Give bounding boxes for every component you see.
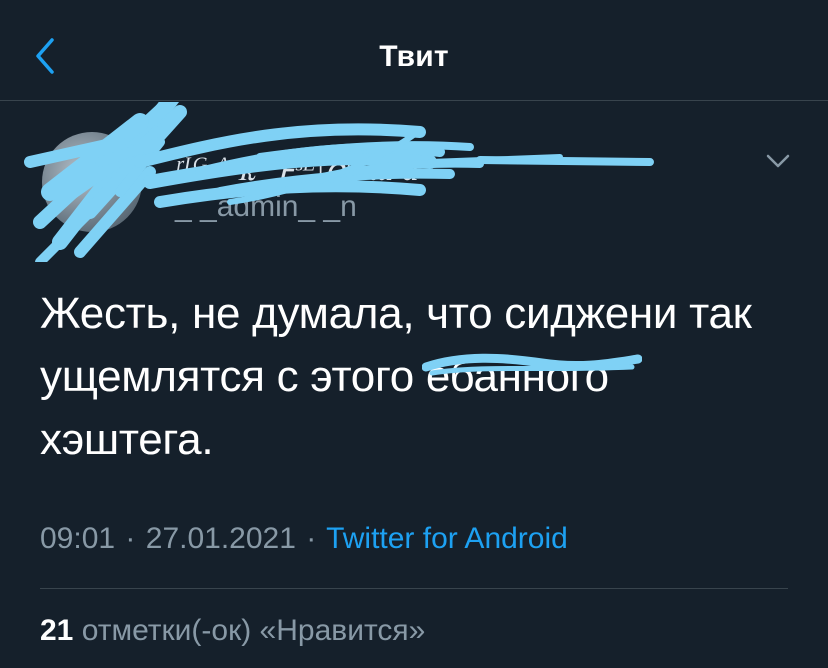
likes-stat[interactable]: 21 отметки(-ок) «Нравится» [40,614,425,648]
likes-count: 21 [40,614,74,647]
avatar[interactable] [42,132,142,232]
tweet-text: Жесть, не думала, что сиджени так ущемля… [40,282,790,471]
tweet-text-line: хэштега. [40,415,214,464]
censored-word: ебанного [421,345,642,408]
meta-separator: · [125,522,136,555]
tweet-text-segment: ущемлятся с этого [40,352,414,401]
tweet-time: 09:01 [40,522,116,555]
meta-separator: · [306,522,317,555]
likes-label: отметки(-ок) «Нравится» [81,614,426,647]
divider [40,588,788,589]
censored-word-text: ебанного [425,352,609,401]
tweet-author[interactable]: ʳᴵᴳ ᴬ ꭱᴮ ꜰˢᴱ|ꝺʳʳ ɯ ɗ' _ _admin_ _n [0,102,828,262]
top-bar: Твит [0,0,828,101]
more-options-button[interactable] [760,148,796,176]
chevron-down-icon [766,154,790,168]
page-title: Твит [379,40,449,73]
tweet-text-line: Жесть, не думала, что сиджени так [40,289,752,338]
tweet-meta: 09:01 · 27.01.2021 · Twitter for Android [40,522,568,556]
tweet-text-line: ущемлятся с этого ебанного [40,345,790,408]
author-handle[interactable]: _ _admin_ _n [175,190,357,224]
author-display-name[interactable]: ʳᴵᴳ ᴬ ꭱᴮ ꜰˢᴱ|ꝺʳʳ ɯ ɗ' [175,144,426,190]
tweet-source-link[interactable]: Twitter for Android [326,522,568,555]
tweet-date: 27.01.2021 [145,522,296,555]
